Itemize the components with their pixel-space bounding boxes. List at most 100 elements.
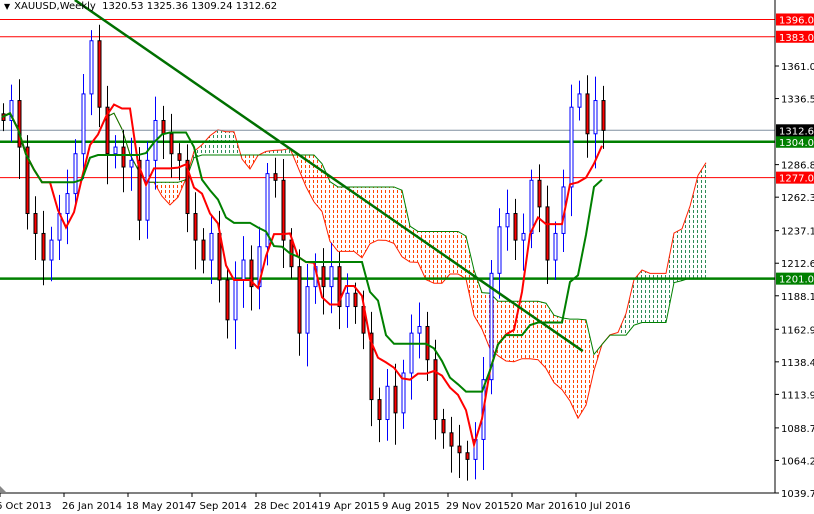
- candle-body: [129, 159, 134, 168]
- y-tick-label: 1113.90: [781, 390, 814, 401]
- candle-body: [409, 332, 414, 374]
- cloud-segment: [346, 186, 354, 252]
- candle: [105, 85, 110, 185]
- candle-body: [177, 153, 182, 161]
- candle-body: [225, 279, 230, 321]
- candle-body: [577, 93, 582, 108]
- y-tick-label: 1088.70: [781, 424, 814, 435]
- candle-body: [209, 232, 214, 261]
- price-chart[interactable]: 1361.00 1336.50 1286.80 1262.30 1237.10 1212.…: [0, 0, 814, 514]
- candle: [281, 159, 286, 269]
- candle-body: [201, 239, 206, 261]
- cloud-segment: [450, 231, 458, 274]
- candle-body: [497, 226, 502, 274]
- candle-body: [65, 193, 70, 215]
- y-tick-label: 1336.50: [781, 95, 814, 106]
- candle: [321, 248, 326, 315]
- candle-body: [273, 173, 278, 181]
- candle: [193, 192, 198, 270]
- candle: [33, 196, 38, 261]
- candle-body: [329, 266, 334, 288]
- candle-body: [161, 119, 166, 135]
- candle-body: [449, 432, 454, 447]
- cloud-segment: [162, 182, 170, 205]
- candle: [385, 369, 390, 441]
- x-tick-label: 6 Oct 2013: [0, 501, 51, 512]
- candle: [489, 260, 494, 395]
- candle-body: [113, 146, 118, 155]
- cloud-segment: [330, 181, 338, 252]
- candle: [49, 226, 54, 282]
- candle-body: [377, 399, 382, 421]
- candle-body: [505, 213, 510, 228]
- x-tick-label: 18 May 2014: [126, 501, 191, 512]
- candle: [409, 314, 414, 400]
- y-tick-label: 1237.10: [781, 227, 814, 238]
- x-tick-label: 29 Nov 2015: [446, 501, 510, 512]
- candle-body: [305, 286, 310, 334]
- candle: [593, 76, 598, 169]
- candle-body: [193, 213, 198, 241]
- cloud-segment: [658, 273, 666, 323]
- candle-body: [433, 359, 438, 421]
- candle: [601, 85, 606, 149]
- candle: [537, 164, 542, 233]
- y-axis: 1361.00 1336.50 1286.80 1262.30 1237.10 1212.…: [775, 13, 814, 500]
- candle-body: [33, 213, 38, 234]
- candle: [129, 137, 134, 191]
- candle: [393, 363, 398, 445]
- candle-body: [97, 40, 102, 108]
- candles: [1, 24, 606, 481]
- candle: [505, 189, 510, 251]
- cloud-segment: [338, 186, 346, 252]
- candle: [41, 210, 46, 286]
- candle-body: [465, 452, 470, 460]
- cloud-segment: [698, 162, 706, 278]
- level-price-tag: 1277.00: [779, 174, 814, 185]
- y-tick-label: 1286.80: [781, 161, 814, 172]
- candle-body: [41, 232, 46, 261]
- candle: [473, 422, 478, 480]
- candle-body: [569, 106, 574, 188]
- candle: [545, 185, 550, 284]
- candle: [209, 216, 214, 284]
- cloud-segment: [202, 135, 210, 156]
- y-tick-label: 1262.30: [781, 193, 814, 204]
- cloud-segment: [530, 301, 538, 360]
- cloud-segment: [650, 273, 658, 323]
- candle: [241, 236, 246, 308]
- candle-body: [297, 266, 302, 334]
- candle: [449, 416, 454, 473]
- candle: [25, 135, 30, 230]
- candle: [345, 273, 350, 328]
- candle: [433, 339, 438, 440]
- candle: [369, 311, 374, 427]
- level-price-tag: 1396.00: [779, 15, 814, 26]
- level-price-tag: 1304.00: [779, 138, 814, 149]
- candle-body: [521, 232, 526, 241]
- level-price-tag: 1201.00: [779, 275, 814, 286]
- candle-body: [553, 232, 558, 261]
- candle: [377, 387, 382, 443]
- candle: [465, 440, 470, 481]
- symbol-label: XAUUSD,Weekly: [14, 1, 96, 12]
- candle-body: [121, 146, 126, 168]
- candle-body: [49, 239, 54, 261]
- last-price-tag: 1312.62: [779, 126, 814, 137]
- candle-body: [513, 213, 518, 241]
- cloud-segment: [554, 315, 562, 390]
- x-tick-label: 10 Jul 2016: [574, 501, 631, 512]
- candle: [233, 261, 238, 350]
- ohlc-readout: 1320.53 1325.36 1309.24 1312.62: [102, 1, 278, 12]
- y-tick-label: 1138.40: [781, 358, 814, 369]
- candle-body: [169, 133, 174, 155]
- candle-body: [145, 159, 150, 221]
- dropdown-triangle-icon[interactable]: ▼: [4, 2, 10, 11]
- candle-body: [345, 292, 350, 308]
- y-tick-label: 1188.10: [781, 292, 814, 303]
- candle: [161, 105, 166, 160]
- candle-body: [393, 385, 398, 414]
- candle: [521, 213, 526, 271]
- scroll-marker-icon: [0, 486, 6, 492]
- cloud-segment: [226, 131, 234, 156]
